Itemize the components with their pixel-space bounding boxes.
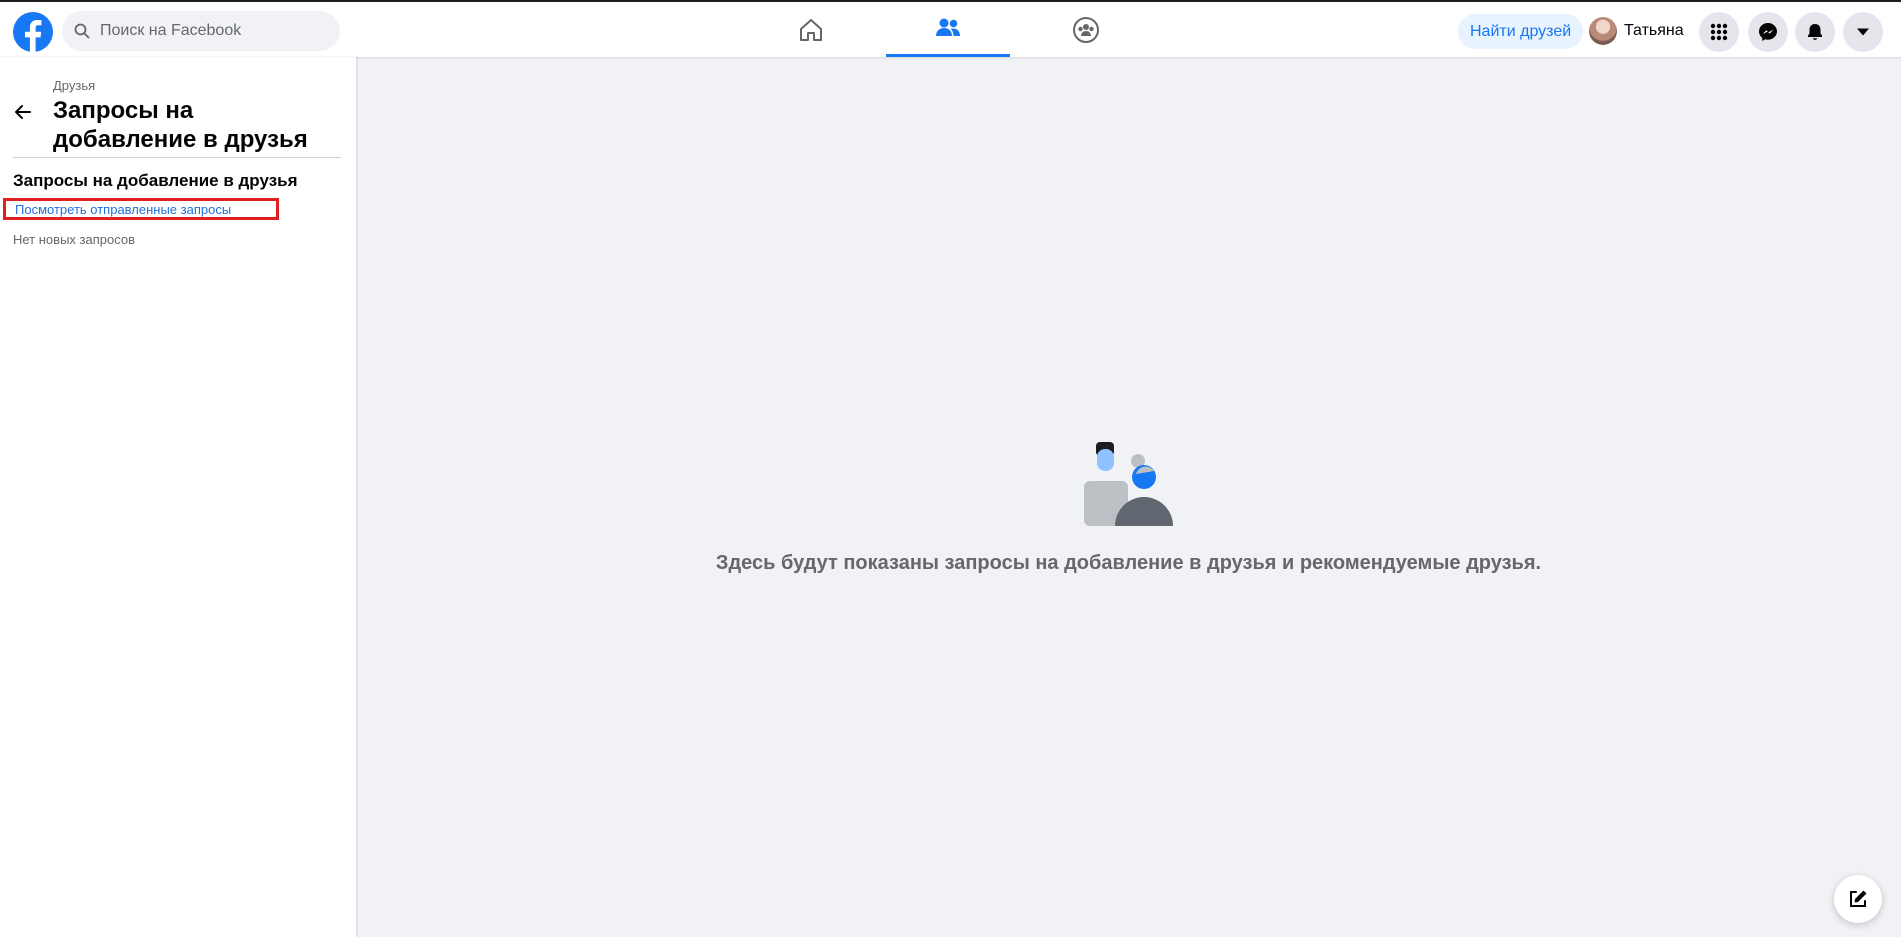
notifications-button[interactable] [1795,12,1835,52]
menu-grid-icon [1710,23,1728,41]
search-box[interactable] [62,11,340,51]
breadcrumb[interactable]: Друзья [53,78,95,93]
friends-icon [936,18,960,36]
notifications-icon [1808,24,1822,40]
avatar [1589,17,1617,45]
empty-state-message: Здесь будут показаны запросы на добавлен… [715,552,1542,574]
home-icon [800,18,822,41]
profile-name: Татьяна [1624,22,1684,39]
search-icon [74,23,90,39]
section-title: Запросы на добавление в друзья [13,171,298,190]
tab-groups[interactable] [1024,2,1148,57]
sidebar: Друзья Запросы на добавление в друзья За… [0,57,356,937]
tab-friends[interactable] [886,2,1010,57]
groups-icon [1073,16,1099,43]
messenger-icon [1759,23,1777,41]
page-title: Запросы на добавление в друзья [53,97,308,153]
new-message-button[interactable] [1834,875,1882,923]
compose-icon [1850,890,1867,907]
divider [13,157,341,158]
search-input[interactable] [98,21,322,41]
menu-button[interactable] [1699,12,1739,52]
account-caret-icon [1857,28,1869,36]
back-arrow-icon[interactable] [10,99,36,125]
no-requests-text: Нет новых запросов [13,232,135,247]
find-friends-button[interactable]: Найти друзей [1458,14,1584,49]
empty-friends-illustration [1084,442,1173,526]
top-navigation-bar: Найти друзей Татьяна [0,0,1901,57]
tab-home[interactable] [749,2,873,57]
profile-shortcut[interactable]: Татьяна [1589,16,1684,46]
view-sent-requests-link[interactable]: Посмотреть отправленные запросы [15,202,231,217]
highlight-box: Посмотреть отправленные запросы [3,198,279,220]
account-button[interactable] [1843,12,1883,52]
facebook-logo[interactable] [13,12,53,52]
messenger-button[interactable] [1748,12,1788,52]
